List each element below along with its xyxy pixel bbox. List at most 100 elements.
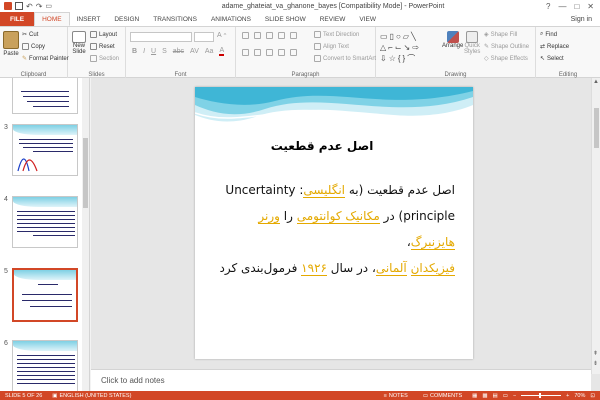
maximize-button[interactable]: □ <box>574 2 579 11</box>
shapes-gallery[interactable]: ▭▯○▱╲ △⌐⌙↘⇨ ⇩☆{}⌒ <box>380 31 440 65</box>
ribbon-tabs: FILE HOME INSERT DESIGN TRANSITIONS ANIM… <box>0 12 600 26</box>
language-indicator[interactable]: ▣ ENGLISH (UNITED STATES) <box>47 393 136 399</box>
arrange-button[interactable]: Arrange <box>442 31 463 49</box>
slideshow-icon[interactable]: ▭ <box>503 393 508 399</box>
canvas-scrollbar-thumb[interactable] <box>594 108 599 148</box>
thumbnail-scrollbar[interactable] <box>82 78 89 391</box>
zoom-slider[interactable] <box>521 393 562 398</box>
previous-slide-icon[interactable]: ⇞ <box>593 350 598 357</box>
decrease-indent-icon[interactable] <box>266 32 273 39</box>
justify-icon[interactable] <box>278 49 285 56</box>
find-button[interactable]: ⌕ Find <box>540 31 557 38</box>
hyperlink-physicist[interactable]: فیزیکدان <box>410 261 455 276</box>
thumbnail-scrollbar-thumb[interactable] <box>83 138 88 208</box>
slide-thumbnail-5-selected[interactable] <box>12 268 78 322</box>
hyperlink-english[interactable]: انگلیسی <box>303 183 345 198</box>
hyperlink-year[interactable]: ۱۹۲۶ <box>301 261 327 276</box>
tab-review[interactable]: REVIEW <box>313 12 353 26</box>
reset-button[interactable]: Reset <box>90 43 115 50</box>
slide-sorter-icon[interactable]: ▩ <box>482 393 487 399</box>
slideshow-start-icon[interactable]: ▭ <box>45 2 52 10</box>
next-slide-icon[interactable]: ⇟ <box>593 360 598 367</box>
align-center-icon[interactable] <box>254 49 261 56</box>
notes-toggle[interactable]: ≡ NOTES <box>379 393 413 399</box>
tab-view[interactable]: VIEW <box>352 12 383 26</box>
slide-thumbnail-panel[interactable]: 3 4 5 6 <box>0 78 90 391</box>
comments-toggle[interactable]: ▭ COMMENTS <box>418 393 467 399</box>
align-left-icon[interactable] <box>242 49 249 56</box>
sign-in-link[interactable]: Sign in <box>571 12 600 26</box>
paste-button[interactable]: Paste <box>3 31 19 57</box>
slide-title[interactable]: اصل عدم قطعیت <box>195 139 449 153</box>
change-case-icon[interactable]: Aa <box>205 48 214 55</box>
format-painter-button[interactable]: ✎ Format Painter <box>22 55 69 63</box>
tab-insert[interactable]: INSERT <box>70 12 108 26</box>
slide-thumbnail-3[interactable] <box>12 124 78 176</box>
slide-thumbnail-6[interactable] <box>12 340 78 391</box>
notes-pane[interactable]: Click to add notes <box>91 369 591 391</box>
redo-icon[interactable]: ↷ <box>36 2 43 11</box>
line-spacing-icon[interactable] <box>290 32 297 39</box>
tab-home[interactable]: HOME <box>34 12 70 26</box>
font-color-icon[interactable]: A <box>219 47 225 56</box>
help-button[interactable]: ? <box>546 2 550 11</box>
scroll-up-icon[interactable]: ▲ <box>593 79 599 85</box>
canvas-scrollbar[interactable]: ▲ ⇞ ⇟ <box>591 78 600 374</box>
increase-indent-icon[interactable] <box>278 32 285 39</box>
select-button[interactable]: ↖ Select <box>540 55 564 63</box>
current-slide[interactable]: اصل عدم قطعیت اصل عدم قطعیت (به انگلیسی:… <box>195 87 473 359</box>
new-slide-button[interactable]: New Slide <box>72 31 86 55</box>
underline-icon[interactable]: U <box>151 48 156 55</box>
shadow-icon[interactable]: S <box>162 48 167 55</box>
zoom-in-icon[interactable]: + <box>566 393 569 399</box>
slide-thumbnail-2[interactable] <box>12 78 78 114</box>
numbering-icon[interactable] <box>254 32 261 39</box>
columns-icon[interactable] <box>290 49 297 56</box>
tab-animations[interactable]: ANIMATIONS <box>204 12 258 26</box>
bold-icon[interactable]: B <box>132 48 137 55</box>
normal-view-icon[interactable]: ▦ <box>472 393 477 399</box>
shape-outline-button[interactable]: ✎ Shape Outline <box>484 43 529 51</box>
align-text-button[interactable]: Align Text <box>314 43 349 50</box>
bullets-icon[interactable] <box>242 32 249 39</box>
tab-slide-show[interactable]: SLIDE SHOW <box>258 12 313 26</box>
tab-design[interactable]: DESIGN <box>107 12 146 26</box>
section-button[interactable]: Section <box>90 55 119 62</box>
zoom-level[interactable]: 70% <box>574 393 585 399</box>
effects-icon: ◇ <box>484 56 489 62</box>
minimize-button[interactable]: — <box>558 2 566 11</box>
fit-to-window-icon[interactable]: ⊡ <box>590 393 595 399</box>
slide-canvas[interactable]: اصل عدم قطعیت اصل عدم قطعیت (به انگلیسی:… <box>91 78 600 391</box>
zoom-slider-handle[interactable] <box>539 393 542 398</box>
thumb-text-line <box>22 294 72 295</box>
font-name-select[interactable] <box>130 32 192 42</box>
grow-font-icon[interactable]: A ^ <box>217 32 226 39</box>
copy-button[interactable]: Copy <box>22 43 45 50</box>
hyperlink-quantum-mechanics[interactable]: مکانیک کوانتومی <box>296 209 380 224</box>
quick-styles-button[interactable]: Quick Styles <box>464 31 480 55</box>
save-icon[interactable] <box>15 2 23 10</box>
text-direction-button[interactable]: Text Direction <box>314 31 359 38</box>
strikethrough-icon[interactable]: abc <box>173 48 184 55</box>
convert-smartart-button[interactable]: Convert to SmartArt <box>314 55 376 62</box>
slide-thumbnail-4[interactable] <box>12 196 78 248</box>
italic-icon[interactable]: I <box>143 48 145 55</box>
tab-file[interactable]: FILE <box>0 12 35 26</box>
shape-effects-button[interactable]: ◇ Shape Effects <box>484 55 528 63</box>
font-size-select[interactable] <box>194 32 214 42</box>
replace-button[interactable]: ⇄ Replace <box>540 43 569 51</box>
char-spacing-icon[interactable]: AV <box>190 48 199 55</box>
slide-body-text[interactable]: اصل عدم قطعیت (به انگلیسی: Uncertainty p… <box>209 177 455 281</box>
tab-transitions[interactable]: TRANSITIONS <box>146 12 204 26</box>
close-button[interactable]: ✕ <box>587 2 594 11</box>
notes-placeholder[interactable]: Click to add notes <box>101 376 165 385</box>
zoom-out-icon[interactable]: − <box>513 393 516 399</box>
layout-button[interactable]: Layout <box>90 31 117 38</box>
undo-icon[interactable]: ↶ <box>26 2 33 11</box>
paragraph-group: Text Direction Align Text Convert to Sma… <box>236 27 376 79</box>
reading-view-icon[interactable]: ▤ <box>493 393 498 399</box>
hyperlink-german[interactable]: آلمانی <box>375 261 407 276</box>
align-right-icon[interactable] <box>266 49 273 56</box>
shape-fill-button[interactable]: ◈ Shape Fill <box>484 31 517 39</box>
cut-button[interactable]: ✂ Cut <box>22 31 38 39</box>
